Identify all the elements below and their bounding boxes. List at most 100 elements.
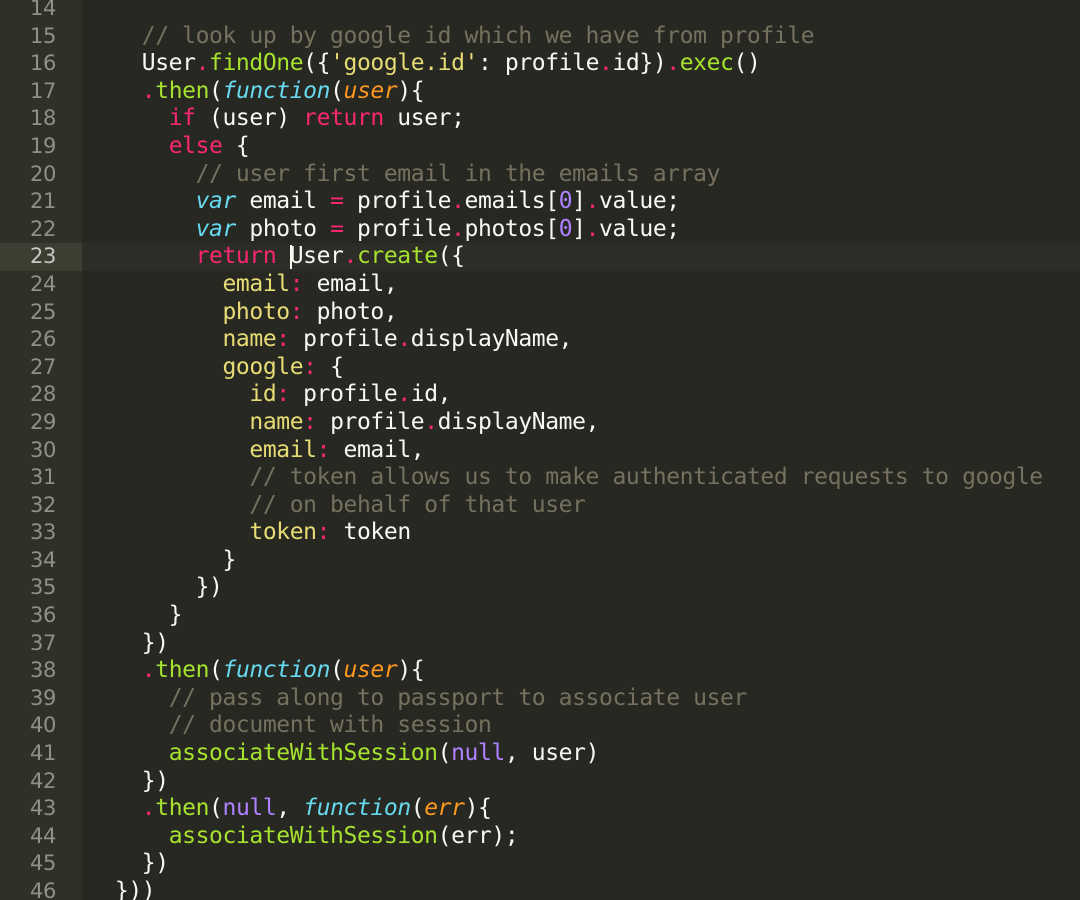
code-line[interactable]: 26 name: profile.displayName, bbox=[0, 326, 1080, 354]
line-number: 44 bbox=[30, 823, 56, 848]
code-line[interactable]: 37 }) bbox=[0, 630, 1080, 658]
code-line[interactable]: 22 var photo = profile.photos[0].value; bbox=[0, 216, 1080, 244]
code-line[interactable]: 44 associateWithSession(err); bbox=[0, 823, 1080, 851]
line-code[interactable]: }) bbox=[88, 850, 169, 878]
code-line[interactable]: 15 // look up by google id which we have… bbox=[0, 23, 1080, 51]
code-line[interactable]: 46 })) bbox=[0, 878, 1080, 900]
code-lines[interactable]: 14 15 // look up by google id which we ha… bbox=[0, 0, 1080, 900]
line-code[interactable]: associateWithSession(null, user) bbox=[88, 740, 600, 768]
line-code[interactable]: var email = profile.emails[0].value; bbox=[88, 188, 681, 216]
line-code[interactable]: // token allows us to make authenticated… bbox=[88, 464, 1043, 492]
code-token: // user first email in the emails array bbox=[195, 160, 721, 187]
line-code[interactable]: associateWithSession(err); bbox=[88, 823, 519, 851]
line-code[interactable]: }) bbox=[88, 768, 169, 796]
code-token: value; bbox=[599, 188, 680, 215]
code-token: } bbox=[88, 546, 236, 573]
code-line[interactable]: 23 return User.create({ bbox=[0, 243, 1080, 271]
code-line[interactable]: 27 google: { bbox=[0, 354, 1080, 382]
code-line[interactable]: 20 // user first email in the emails arr… bbox=[0, 161, 1080, 189]
code-token: profile bbox=[343, 215, 452, 242]
line-code[interactable]: if (user) return user; bbox=[88, 105, 465, 133]
line-code[interactable]: name: profile.displayName, bbox=[88, 409, 599, 437]
code-token: user bbox=[343, 77, 398, 104]
code-token: err bbox=[424, 795, 465, 822]
code-line[interactable]: 32 // on behalf of that user bbox=[0, 492, 1080, 520]
code-token: . bbox=[585, 188, 600, 215]
line-code[interactable]: }) bbox=[88, 630, 169, 658]
line-code[interactable]: // pass along to passport to associate u… bbox=[88, 685, 748, 713]
code-token: }) bbox=[88, 629, 169, 656]
line-code[interactable]: }) bbox=[88, 574, 223, 602]
code-line[interactable]: 40 // document with session bbox=[0, 712, 1080, 740]
code-line[interactable]: 17 .then(function(user){ bbox=[0, 78, 1080, 106]
code-line[interactable]: 25 photo: photo, bbox=[0, 299, 1080, 327]
code-line[interactable]: 33 token: token bbox=[0, 519, 1080, 547]
code-token: google bbox=[222, 353, 304, 380]
line-code[interactable]: var photo = profile.photos[0].value; bbox=[88, 215, 681, 244]
line-number: 23 bbox=[0, 243, 82, 271]
code-line[interactable]: 41 associateWithSession(null, user) bbox=[0, 740, 1080, 768]
code-line[interactable]: 34 } bbox=[0, 547, 1080, 575]
code-token: displayName, bbox=[437, 408, 600, 435]
line-code[interactable]: User.findOne({'google.id': profile.id}).… bbox=[88, 50, 761, 78]
line-code[interactable]: email: email, bbox=[88, 271, 397, 299]
line-code[interactable]: id: profile.id, bbox=[88, 381, 451, 409]
line-code[interactable]: // on behalf of that user bbox=[88, 492, 586, 520]
code-line[interactable]: 38 .then(function(user){ bbox=[0, 657, 1080, 685]
code-line[interactable]: 35 }) bbox=[0, 574, 1080, 602]
code-token: . bbox=[195, 50, 210, 77]
code-editor[interactable]: 14 15 // look up by google id which we ha… bbox=[0, 0, 1080, 900]
code-line[interactable]: 21 var email = profile.emails[0].value; bbox=[0, 188, 1080, 216]
code-line[interactable]: 31 // token allows us to make authentica… bbox=[0, 464, 1080, 492]
code-token: findOne bbox=[209, 50, 304, 77]
code-line[interactable]: 16 User.findOne({'google.id': profile.id… bbox=[0, 50, 1080, 78]
code-line[interactable]: 28 id: profile.id, bbox=[0, 381, 1080, 409]
code-token: . bbox=[343, 243, 358, 270]
line-code[interactable]: return User.create({ bbox=[88, 243, 465, 271]
line-code[interactable]: // look up by google id which we have fr… bbox=[88, 23, 815, 51]
code-token: : profile bbox=[478, 50, 600, 77]
code-line[interactable]: 43 .then(null, function(err){ bbox=[0, 795, 1080, 823]
code-token: . bbox=[141, 795, 156, 822]
code-line[interactable]: 36 } bbox=[0, 602, 1080, 630]
line-number: 32 bbox=[30, 492, 56, 517]
code-line[interactable]: 30 email: email, bbox=[0, 437, 1080, 465]
line-code[interactable]: .then(function(user){ bbox=[88, 77, 425, 106]
line-code[interactable]: // document with session bbox=[88, 712, 492, 740]
line-code[interactable]: email: email, bbox=[88, 437, 424, 465]
code-line[interactable]: 42 }) bbox=[0, 768, 1080, 796]
line-code[interactable]: // user first email in the emails array bbox=[88, 160, 721, 189]
code-line[interactable]: 45 }) bbox=[0, 850, 1080, 878]
line-code[interactable]: google: { bbox=[88, 353, 343, 382]
code-token: profile bbox=[289, 381, 398, 408]
code-token: email bbox=[222, 270, 290, 297]
code-token: return bbox=[303, 105, 384, 132]
code-line[interactable]: 39 // pass along to passport to associat… bbox=[0, 685, 1080, 713]
code-token: ({ bbox=[437, 243, 465, 270]
line-number: 21 bbox=[30, 189, 56, 214]
code-line[interactable]: 19 else { bbox=[0, 133, 1080, 161]
line-code[interactable]: } bbox=[88, 602, 183, 630]
line-code[interactable]: else { bbox=[88, 133, 250, 161]
code-line[interactable]: 14 bbox=[0, 0, 1080, 23]
code-token: , bbox=[276, 795, 304, 822]
line-code[interactable]: .then(null, function(err){ bbox=[88, 795, 492, 823]
code-line[interactable]: 24 email: email, bbox=[0, 271, 1080, 299]
line-code[interactable]: token: token bbox=[88, 519, 411, 547]
line-code[interactable]: name: profile.displayName, bbox=[88, 326, 572, 354]
code-token: user bbox=[343, 657, 398, 684]
line-code[interactable]: photo: photo, bbox=[88, 299, 397, 327]
code-line[interactable]: 18 if (user) return user; bbox=[0, 105, 1080, 133]
code-line[interactable]: 29 name: profile.displayName, bbox=[0, 409, 1080, 437]
line-code[interactable]: })) bbox=[88, 878, 156, 900]
line-code[interactable]: .then(function(user){ bbox=[88, 657, 425, 685]
line-number: 14 bbox=[30, 0, 56, 20]
line-code[interactable]: } bbox=[88, 547, 236, 575]
code-token: then bbox=[155, 657, 210, 684]
